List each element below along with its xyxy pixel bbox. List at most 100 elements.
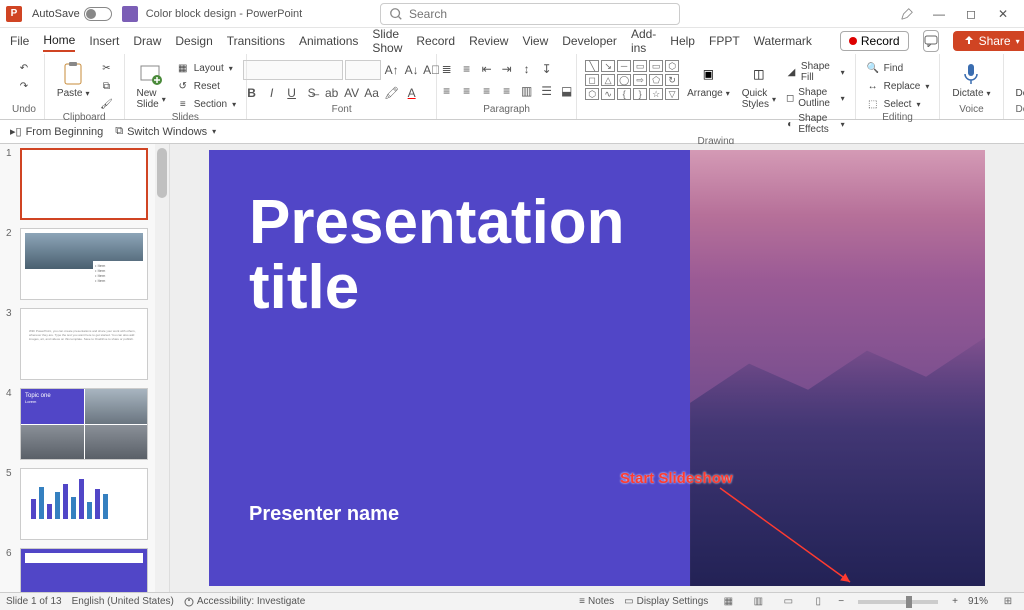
copy-button[interactable]: ⧉ <box>98 78 116 94</box>
tab-help[interactable]: Help <box>670 31 695 51</box>
strikethrough-button[interactable]: S̶ <box>303 84 321 102</box>
maximize-button[interactable]: ◻ <box>956 2 986 26</box>
thumbnail-2[interactable]: 2 Agenda • Item• Item• Item• Item <box>6 228 163 300</box>
find-button[interactable]: 🔍Find <box>864 60 932 76</box>
switch-windows-button[interactable]: ⧉ Switch Windows▾ <box>115 125 216 138</box>
bullets-button[interactable]: ≣ <box>438 60 456 78</box>
tab-file[interactable]: File <box>10 31 29 51</box>
format-painter-button[interactable]: 🖌 <box>98 96 116 112</box>
section-button[interactable]: ≡Section▾ <box>174 96 238 112</box>
highlight-button[interactable]: 🖍 <box>383 84 401 102</box>
slide-canvas[interactable]: Presentation title Presenter name <box>209 150 985 586</box>
minimize-button[interactable]: — <box>924 2 954 26</box>
numbering-button[interactable]: ≡ <box>458 60 476 78</box>
italic-button[interactable]: I <box>263 84 281 102</box>
record-button[interactable]: Record <box>840 31 909 51</box>
from-beginning-button[interactable]: ▸▯ From Beginning <box>10 125 103 138</box>
slide-title[interactable]: Presentation title <box>249 190 650 320</box>
zoom-out-button[interactable]: − <box>838 596 844 607</box>
tab-slide-show[interactable]: Slide Show <box>372 24 402 58</box>
tab-home[interactable]: Home <box>43 30 75 52</box>
decrease-font-button[interactable]: A↓ <box>403 61 421 79</box>
thumbnails-scrollbar[interactable] <box>155 144 169 592</box>
quick-styles-button[interactable]: ◫ Quick Styles▾ <box>738 60 780 112</box>
tab-review[interactable]: Review <box>469 31 508 51</box>
undo-button[interactable]: ↶ <box>15 60 33 76</box>
tab-add-ins[interactable]: Add-ins <box>631 24 656 58</box>
line-spacing-button[interactable]: ↕ <box>518 60 536 78</box>
shape-fill-button[interactable]: ◢Shape Fill▾ <box>784 60 847 84</box>
display-settings-button[interactable]: ▭ Display Settings <box>624 596 708 607</box>
tab-watermark[interactable]: Watermark <box>754 31 812 51</box>
close-button[interactable]: ✕ <box>988 2 1018 26</box>
align-right-button[interactable]: ≡ <box>478 82 496 100</box>
cut-button[interactable]: ✂ <box>98 60 116 76</box>
char-spacing-button[interactable]: AV <box>343 84 361 102</box>
autosave-toggle[interactable] <box>84 7 112 21</box>
redo-button[interactable]: ↷ <box>15 78 33 94</box>
slide-counter[interactable]: Slide 1 of 13 <box>6 596 62 607</box>
paste-button[interactable]: Paste▾ <box>53 60 94 101</box>
fit-window-button[interactable]: ⊞ <box>998 594 1018 610</box>
slideshow-view-button[interactable]: ▯ <box>808 594 828 610</box>
tab-insert[interactable]: Insert <box>89 31 119 51</box>
tab-draw[interactable]: Draw <box>133 31 161 51</box>
tab-transitions[interactable]: Transitions <box>227 31 285 51</box>
language-status[interactable]: English (United States) <box>72 596 174 607</box>
shape-effects-button[interactable]: ◐Shape Effects▾ <box>784 112 847 136</box>
designer-button[interactable]: Designer <box>1012 60 1024 101</box>
zoom-in-button[interactable]: + <box>952 596 958 607</box>
align-text-button[interactable]: ☰ <box>538 82 556 100</box>
shadow-button[interactable]: ab <box>323 84 341 102</box>
shape-outline-button[interactable]: ◻Shape Outline▾ <box>784 86 847 110</box>
align-center-button[interactable]: ≡ <box>458 82 476 100</box>
increase-font-button[interactable]: A↑ <box>383 61 401 79</box>
zoom-slider[interactable] <box>858 600 938 604</box>
search-box[interactable] <box>380 3 680 25</box>
tab-record[interactable]: Record <box>416 31 455 51</box>
tab-view[interactable]: View <box>522 31 548 51</box>
comments-button[interactable] <box>923 30 939 52</box>
layout-button[interactable]: ▦Layout▾ <box>174 60 238 76</box>
accessibility-status[interactable]: Accessibility: Investigate <box>184 596 305 607</box>
normal-view-button[interactable]: ▦ <box>718 594 738 610</box>
dictate-button[interactable]: Dictate▾ <box>948 60 994 101</box>
increase-indent-button[interactable]: ⇥ <box>498 60 516 78</box>
justify-button[interactable]: ≡ <box>498 82 516 100</box>
align-left-button[interactable]: ≡ <box>438 82 456 100</box>
columns-button[interactable]: ▥ <box>518 82 536 100</box>
tab-design[interactable]: Design <box>175 31 212 51</box>
zoom-level[interactable]: 91% <box>968 596 988 607</box>
bold-button[interactable]: B <box>243 84 261 102</box>
notes-button[interactable]: ≡ Notes <box>579 596 614 607</box>
smart-art-button[interactable]: ⬓ <box>558 82 576 100</box>
tab-fppt[interactable]: FPPT <box>709 31 740 51</box>
pen-icon[interactable] <box>892 2 922 26</box>
slide-subtitle[interactable]: Presenter name <box>249 503 650 526</box>
tab-developer[interactable]: Developer <box>562 31 617 51</box>
arrange-button[interactable]: ▣ Arrange▾ <box>683 60 734 101</box>
thumbnail-5[interactable]: 5 Chart <box>6 468 163 540</box>
reset-button[interactable]: ↺Reset <box>174 78 238 94</box>
font-color-button[interactable]: A <box>403 84 421 102</box>
slide-thumbnails-panel[interactable]: 1 Presentation title Presenter name 2 Ag… <box>0 144 170 592</box>
thumbnail-6[interactable]: 6 <box>6 548 163 592</box>
text-direction-button[interactable]: ↧ <box>538 60 556 78</box>
slide-sorter-button[interactable]: ▥ <box>748 594 768 610</box>
new-slide-button[interactable]: New Slide▾ <box>133 60 170 112</box>
shapes-gallery[interactable]: ╲↘─▭▭⬡ ◻△◯⇨⬠↻ ⬡∿{}☆▽ <box>585 60 679 100</box>
underline-button[interactable]: U <box>283 84 301 102</box>
share-button[interactable]: Share▾ <box>953 31 1024 51</box>
decrease-indent-button[interactable]: ⇤ <box>478 60 496 78</box>
save-icon[interactable] <box>122 6 138 22</box>
thumbnail-4[interactable]: 4 Topic oneLorem <box>6 388 163 460</box>
search-input[interactable] <box>409 7 671 21</box>
thumbnail-1[interactable]: 1 Presentation title Presenter name <box>6 148 163 220</box>
reading-view-button[interactable]: ▭ <box>778 594 798 610</box>
change-case-button[interactable]: Aa <box>363 84 381 102</box>
font-size-select[interactable] <box>345 60 381 80</box>
thumbnail-3[interactable]: 3 Introduction With PowerPoint, you can … <box>6 308 163 380</box>
slide-editor[interactable]: Presentation title Presenter name Start … <box>170 144 1024 592</box>
select-button[interactable]: ⬚Select▾ <box>864 96 932 112</box>
tab-animations[interactable]: Animations <box>299 31 358 51</box>
